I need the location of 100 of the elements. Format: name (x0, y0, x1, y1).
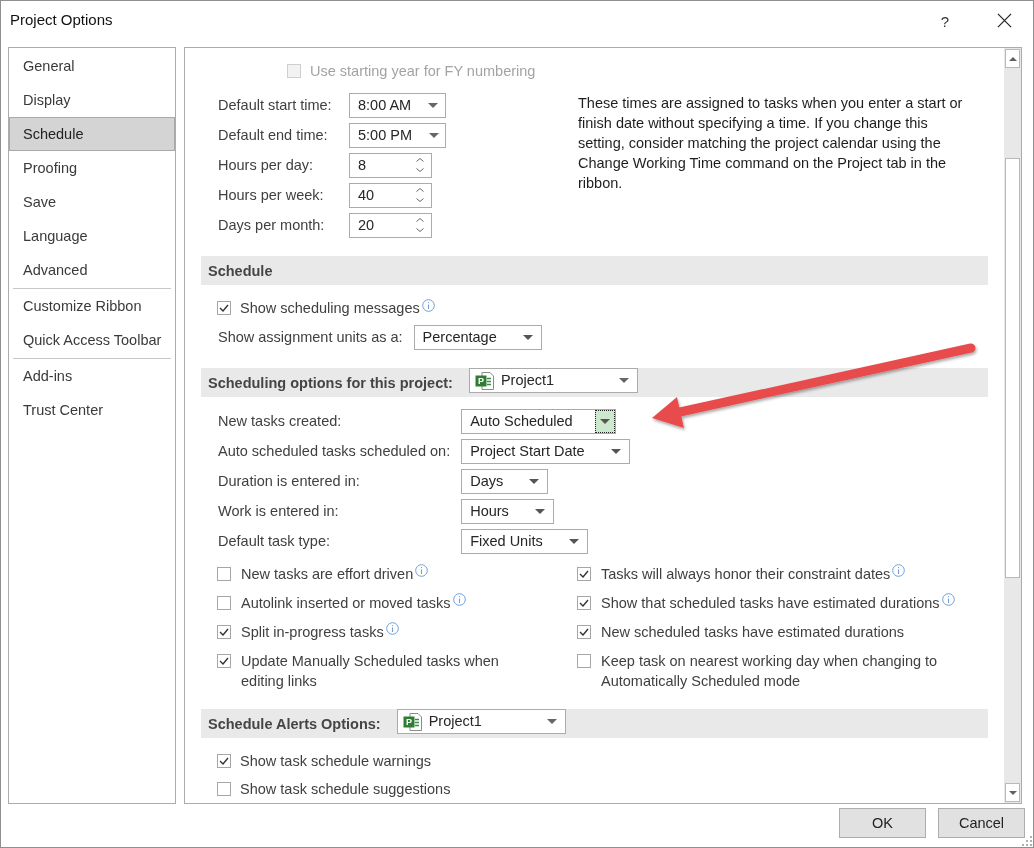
help-button[interactable]: ? (932, 9, 958, 33)
caret-icon (428, 102, 439, 108)
checkbox-label: Show task schedule warnings (240, 753, 432, 769)
check-icon (219, 656, 229, 665)
sidebar-item[interactable]: Save (9, 185, 175, 219)
checkbox[interactable] (577, 624, 591, 639)
check-icon (219, 304, 229, 312)
checkbox-label: Show task schedule suggestions (240, 781, 451, 797)
caret-icon (428, 132, 439, 138)
dropdown[interactable]: Fixed Units (461, 528, 588, 554)
checkbox[interactable] (217, 653, 231, 668)
field-label: Default start time: (218, 97, 333, 113)
spinner-field[interactable]: 8 (349, 152, 432, 178)
description-text: These times are assigned to tasks when you enter a start or finish date without specifying a time. If you change this setting, consider matching the project calendar using the Change Working Time command on the Project tab in the ribbon. (578, 94, 964, 193)
checkbox[interactable] (217, 754, 231, 768)
field-label: Hours per day: (218, 157, 315, 173)
chevron-up-icon[interactable] (416, 188, 424, 192)
checkbox[interactable] (577, 566, 591, 581)
sidebar-item[interactable]: Language (9, 219, 175, 253)
checkbox-label: New scheduled tasks have estimated durations (601, 623, 905, 640)
check-icon (579, 598, 589, 607)
sidebar-item[interactable]: Proofing (9, 151, 175, 185)
caret-icon (534, 508, 545, 514)
caret-icon (522, 334, 533, 340)
sidebar-item[interactable]: Display (9, 83, 175, 117)
scrollbar-thumb[interactable] (1005, 158, 1020, 578)
spinner-field[interactable]: 20 (349, 212, 432, 238)
info-icon[interactable] (415, 563, 429, 577)
sidebar-item[interactable]: Schedule (9, 117, 175, 151)
checkbox-label: Use starting year for FY numbering (310, 63, 536, 79)
spinner-field[interactable]: 40 (349, 182, 432, 208)
sidebar-item[interactable]: General (9, 49, 175, 83)
checkbox-label: Autolink inserted or moved tasks (241, 594, 451, 611)
section-title: Schedule (208, 262, 273, 279)
checkbox-label: Tasks will always honor their constraint dates (601, 565, 891, 582)
chevron-down-icon[interactable] (416, 228, 424, 232)
caret-icon (610, 448, 621, 454)
project-dropdown[interactable]: P Project1 (396, 709, 566, 734)
field-label: New tasks created: (218, 412, 342, 431)
ok-button[interactable]: OK (839, 808, 926, 838)
caret-icon (618, 378, 629, 383)
sidebar-item[interactable]: Trust Center (9, 393, 175, 427)
dropdown[interactable]: Days (461, 468, 549, 494)
dropdown[interactable]: Project Start Date (461, 438, 630, 464)
triangle-down-icon (1008, 790, 1017, 795)
field-label: Auto scheduled tasks scheduled on: (218, 442, 451, 461)
checkbox-label: Show scheduling messages (240, 300, 420, 316)
dropdown[interactable]: Hours (461, 498, 554, 524)
info-icon[interactable] (452, 592, 466, 606)
sidebar-item[interactable]: Advanced (9, 253, 175, 287)
scroll-down-button[interactable] (1005, 783, 1020, 802)
checkbox[interactable] (217, 782, 231, 796)
vertical-scrollbar[interactable] (1004, 48, 1021, 803)
field-label: Duration is entered in: (218, 472, 360, 491)
field-label: Default task type: (218, 532, 331, 551)
dropdown[interactable]: 8:00 AM (349, 92, 446, 118)
field-label: Default end time: (218, 127, 329, 143)
checkbox[interactable] (577, 595, 591, 610)
field-label: Show assignment units as a: (218, 328, 403, 347)
chevron-up-icon[interactable] (416, 158, 424, 162)
sidebar-item[interactable]: Quick Access Toolbar (9, 323, 175, 357)
caret-icon (546, 719, 557, 724)
info-icon[interactable] (941, 592, 955, 606)
resize-grip-icon[interactable] (1022, 836, 1032, 846)
sidebar-item[interactable]: Add-ins (9, 359, 175, 393)
scroll-up-button[interactable] (1005, 49, 1020, 68)
info-icon[interactable] (421, 299, 435, 312)
check-icon (579, 627, 589, 636)
sidebar-item[interactable]: Customize Ribbon (9, 289, 175, 323)
dropdown[interactable]: Auto Scheduled (461, 408, 616, 434)
checkbox[interactable] (217, 595, 231, 610)
caret-icon (529, 478, 540, 484)
info-icon[interactable] (892, 563, 906, 577)
chevron-down-icon[interactable] (416, 198, 424, 202)
chevron-down-icon[interactable] (416, 168, 424, 172)
chevron-up-icon[interactable] (416, 218, 424, 222)
checkbox-label: Keep task on nearest working day when changing to Automatically Scheduled mode (601, 652, 938, 689)
field-label: Days per month: (218, 217, 326, 233)
caret-icon (568, 538, 579, 544)
caret-icon (599, 418, 610, 424)
checkbox-label: Split in-progress tasks (241, 623, 384, 640)
check-icon (579, 569, 589, 578)
dropdown[interactable]: Percentage (413, 324, 542, 350)
close-icon (996, 12, 1012, 28)
checkbox[interactable] (217, 624, 231, 639)
dropdown[interactable]: 5:00 PM (349, 122, 446, 148)
field-label: Work is entered in: (218, 502, 339, 521)
checkbox[interactable] (217, 301, 231, 315)
window-title: Project Options (10, 10, 113, 30)
check-icon (219, 627, 229, 636)
section-title: Scheduling options for this project: (208, 374, 453, 391)
triangle-up-icon (1008, 56, 1017, 61)
checkbox[interactable] (577, 653, 591, 668)
checkbox[interactable] (217, 566, 231, 581)
check-icon (219, 757, 229, 765)
cancel-button[interactable]: Cancel (938, 808, 1025, 838)
info-icon[interactable] (385, 621, 399, 635)
project-dropdown[interactable]: P Project1 (468, 368, 638, 393)
checkbox-label: New tasks are effort driven (241, 565, 414, 582)
checkbox-label: Show that scheduled tasks have estimated durations (601, 594, 940, 611)
